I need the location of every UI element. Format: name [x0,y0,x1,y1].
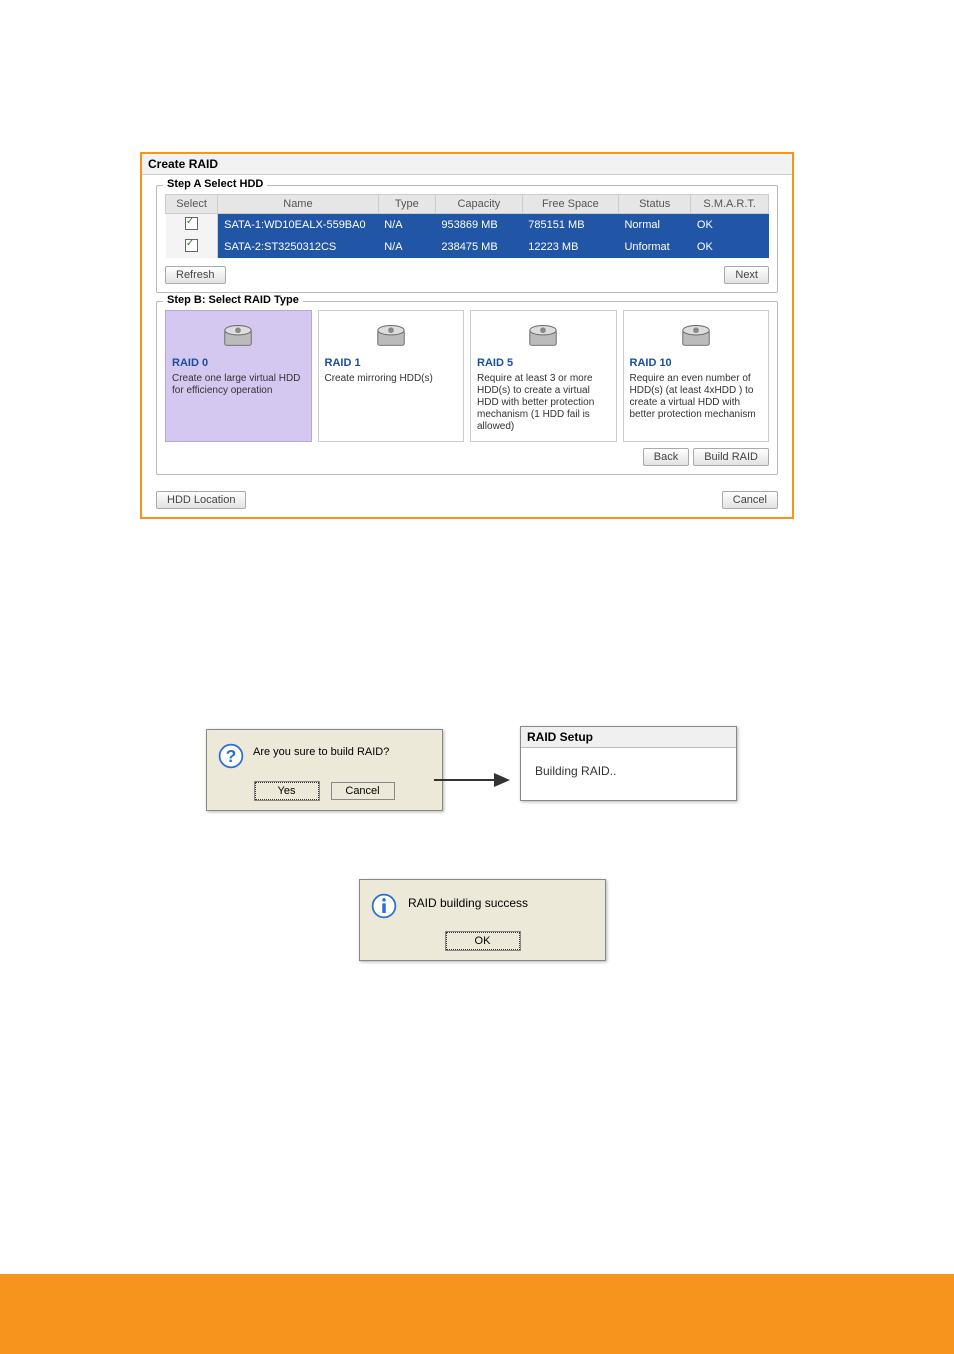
success-message: RAID building success [408,892,528,910]
col-type[interactable]: Type [378,195,435,214]
raid-card-raid1[interactable]: RAID 1 Create mirroring HDD(s) [318,310,465,442]
yes-button[interactable]: Yes [255,782,319,800]
hdd-icon [526,317,560,351]
col-status[interactable]: Status [618,195,690,214]
success-dialog: RAID building success OK [359,879,606,961]
refresh-button[interactable]: Refresh [165,266,226,284]
raid-card-desc: Create one large virtual HDD for efficie… [172,373,305,397]
hdd-capacity: 238475 MB [435,236,522,258]
col-capacity[interactable]: Capacity [435,195,522,214]
raid-card-desc: Require an even number of HDD(s) (at lea… [630,373,763,421]
raid-setup-window: RAID Setup Building RAID.. [520,726,737,801]
step-b-title: Step B: Select RAID Type [163,294,303,306]
hdd-icon [374,317,408,351]
svg-text:?: ? [226,746,237,766]
hdd-type: N/A [378,214,435,237]
col-name[interactable]: Name [218,195,379,214]
step-a-title: Step A Select HDD [163,178,267,190]
raid-card-raid10[interactable]: RAID 10 Require an even number of HDD(s)… [623,310,770,442]
create-raid-window: Create RAID Step A Select HDD Select Nam… [140,152,794,519]
raid-card-title: RAID 1 [325,357,458,369]
col-freespace[interactable]: Free Space [522,195,618,214]
hdd-icon [679,317,713,351]
table-row[interactable]: SATA-1:WD10EALX-559BA0 N/A 953869 MB 785… [166,214,769,237]
confirm-dialog: ? Are you sure to build RAID? Yes Cancel [206,729,443,811]
window-title: Create RAID [142,154,792,175]
cancel-button[interactable]: Cancel [722,491,778,509]
raid-card-desc: Require at least 3 or more HDD(s) to cre… [477,373,610,433]
question-icon: ? [217,742,245,770]
hdd-free: 785151 MB [522,214,618,237]
col-smart[interactable]: S.M.A.R.T. [691,195,769,214]
step-b-fieldset: Step B: Select RAID Type RAID 0 Create o… [156,301,778,475]
raid-card-desc: Create mirroring HDD(s) [325,373,458,385]
hdd-smart: OK [691,236,769,258]
hdd-location-button[interactable]: HDD Location [156,491,246,509]
hdd-status: Normal [618,214,690,237]
hdd-table: Select Name Type Capacity Free Space Sta… [165,194,769,258]
hdd-smart: OK [691,214,769,237]
raid-card-title: RAID 0 [172,357,305,369]
raid-setup-message: Building RAID.. [521,748,736,800]
hdd-status: Unformat [618,236,690,258]
col-select[interactable]: Select [166,195,218,214]
step-a-fieldset: Step A Select HDD Select Name Type Capac… [156,185,778,293]
raid-card-title: RAID 10 [630,357,763,369]
confirm-cancel-button[interactable]: Cancel [331,782,395,800]
arrow-icon [434,773,514,787]
table-row[interactable]: SATA-2:ST3250312CS N/A 238475 MB 12223 M… [166,236,769,258]
raid-card-title: RAID 5 [477,357,610,369]
next-button[interactable]: Next [724,266,769,284]
hdd-name: SATA-1:WD10EALX-559BA0 [218,214,379,237]
raid-card-raid5[interactable]: RAID 5 Require at least 3 or more HDD(s)… [470,310,617,442]
confirm-message: Are you sure to build RAID? [253,742,389,758]
hdd-name: SATA-2:ST3250312CS [218,236,379,258]
hdd-free: 12223 MB [522,236,618,258]
hdd-type: N/A [378,236,435,258]
hdd-checkbox[interactable] [185,217,198,230]
hdd-icon [221,317,255,351]
build-raid-button[interactable]: Build RAID [693,448,769,466]
raid-card-raid0[interactable]: RAID 0 Create one large virtual HDD for … [165,310,312,442]
info-icon [370,892,398,920]
page-footer [0,1274,954,1354]
back-button[interactable]: Back [643,448,689,466]
ok-button[interactable]: OK [446,932,520,950]
hdd-capacity: 953869 MB [435,214,522,237]
raid-setup-title: RAID Setup [521,727,736,748]
hdd-checkbox[interactable] [185,239,198,252]
